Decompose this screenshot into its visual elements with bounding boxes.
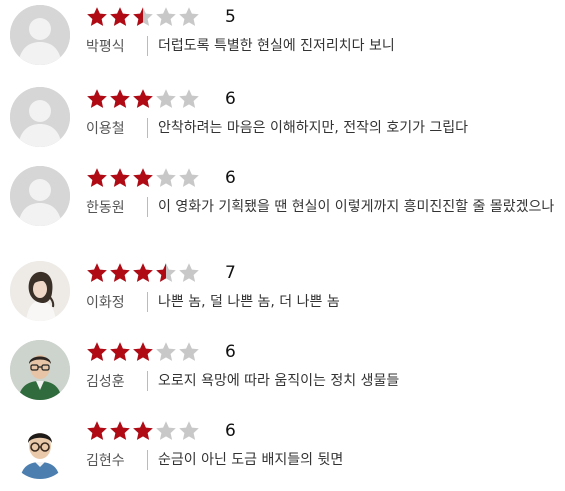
star-full-icon: [86, 262, 108, 284]
review-comment: 안착하려는 마음은 이해하지만, 전작의 호기가 그립다: [147, 118, 565, 138]
star-empty-icon: [178, 88, 200, 110]
star-full-icon: [109, 420, 131, 442]
avatar[interactable]: [10, 419, 70, 479]
review-comment: 더럽도록 특별한 현실에 진저리치다 보니: [147, 36, 565, 56]
default-avatar-icon: [10, 87, 70, 147]
reviewer-name[interactable]: 김현수: [86, 452, 125, 470]
reviewer-name[interactable]: 이화정: [86, 294, 125, 312]
rating-score: 5: [225, 7, 236, 27]
star-empty-icon: [155, 341, 177, 363]
rating-score: 6: [225, 89, 236, 109]
star-full-icon: [86, 167, 108, 189]
default-avatar-icon: [10, 5, 70, 65]
star-full-icon: [86, 420, 108, 442]
reviewer-name[interactable]: 박평식: [86, 38, 125, 56]
review-comment: 이 영화가 기획됐을 땐 현실이 이렇게까지 흥미진진할 줄 몰랐겠으나: [147, 197, 565, 217]
reviewer-photo-icon: [10, 340, 70, 400]
avatar[interactable]: [10, 87, 70, 147]
critic-review-list: 5 박평식 더럽도록 특별한 현실에 진저리치다 보니 6 이용철 안착하려는 …: [0, 0, 565, 491]
star-empty-icon: [155, 6, 177, 28]
rating-score: 6: [225, 168, 236, 188]
star-full-icon: [132, 420, 154, 442]
star-rating: [86, 262, 201, 284]
star-empty-icon: [155, 420, 177, 442]
avatar[interactable]: [10, 340, 70, 400]
review-comment: 순금이 아닌 도금 배지들의 뒷면: [147, 450, 565, 470]
star-full-icon: [132, 262, 154, 284]
star-full-icon: [109, 88, 131, 110]
rating-score: 7: [225, 263, 236, 283]
star-rating: [86, 88, 201, 110]
avatar[interactable]: [10, 261, 70, 321]
star-full-icon: [109, 262, 131, 284]
star-full-icon: [86, 341, 108, 363]
avatar[interactable]: [10, 166, 70, 226]
star-rating: [86, 341, 201, 363]
reviewer-photo-icon: [10, 261, 70, 321]
reviewer-name[interactable]: 한동원: [86, 199, 125, 217]
star-empty-icon: [155, 167, 177, 189]
star-rating: [86, 167, 201, 189]
star-empty-icon: [178, 167, 200, 189]
star-full-icon: [132, 167, 154, 189]
rating-score: 6: [225, 342, 236, 362]
reviewer-photo-icon: [10, 419, 70, 479]
star-empty-icon: [178, 6, 200, 28]
avatar[interactable]: [10, 5, 70, 65]
default-avatar-icon: [10, 166, 70, 226]
star-full-icon: [132, 88, 154, 110]
star-empty-icon: [178, 420, 200, 442]
star-empty-icon: [178, 341, 200, 363]
review-comment: 나쁜 놈, 덜 나쁜 놈, 더 나쁜 놈: [147, 292, 565, 312]
star-full-icon: [109, 341, 131, 363]
star-full-icon: [132, 341, 154, 363]
star-empty-icon: [178, 262, 200, 284]
star-half-icon: [132, 6, 154, 28]
review-comment: 오로지 욕망에 따라 움직이는 정치 생물들: [147, 371, 565, 391]
reviewer-name[interactable]: 김성훈: [86, 373, 125, 391]
star-rating: [86, 420, 201, 442]
star-full-icon: [86, 88, 108, 110]
star-empty-icon: [155, 88, 177, 110]
reviewer-name[interactable]: 이용철: [86, 120, 125, 138]
star-full-icon: [86, 6, 108, 28]
star-full-icon: [109, 6, 131, 28]
star-half-icon: [155, 262, 177, 284]
rating-score: 6: [225, 421, 236, 441]
star-full-icon: [109, 167, 131, 189]
star-rating: [86, 6, 201, 28]
